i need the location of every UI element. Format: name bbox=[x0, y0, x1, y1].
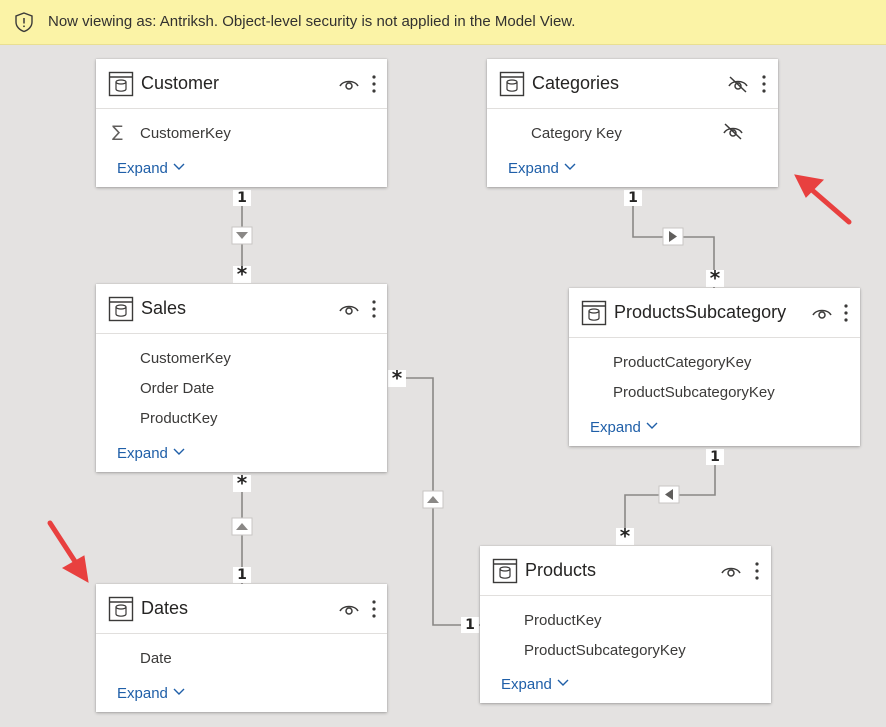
cardinality-subcategory-many: * bbox=[706, 268, 724, 288]
table-title: Products bbox=[525, 560, 597, 580]
eye-icon[interactable] bbox=[338, 300, 360, 318]
eye-icon[interactable] bbox=[338, 75, 360, 93]
sigma-icon: ∑ bbox=[112, 122, 123, 141]
expand-label[interactable]: Expand bbox=[508, 160, 559, 177]
table-icon bbox=[108, 596, 134, 622]
card-header[interactable]: Products bbox=[480, 546, 771, 596]
chevron-down-icon bbox=[173, 448, 185, 455]
card-header[interactable]: Customer bbox=[96, 59, 387, 109]
cardinality-customer-one: 1 bbox=[233, 190, 251, 206]
table-icon bbox=[499, 71, 525, 97]
expand-label[interactable]: Expand bbox=[117, 445, 168, 462]
table-card-products[interactable]: Products ProductKey ProductSubcategoryKe… bbox=[480, 546, 771, 703]
field-item[interactable]: Date bbox=[140, 650, 172, 667]
cardinality-subcategory-one: 1 bbox=[706, 449, 724, 465]
expand-label[interactable]: Expand bbox=[501, 676, 552, 693]
field-item[interactable]: Category Key bbox=[531, 125, 622, 142]
field-item[interactable]: Order Date bbox=[140, 380, 214, 397]
field-item[interactable]: ProductCategoryKey bbox=[613, 354, 751, 371]
more-options-icon[interactable] bbox=[370, 73, 378, 95]
cardinality-sales-many-top: * bbox=[233, 264, 251, 284]
expand-link[interactable]: Expand bbox=[117, 685, 185, 702]
card-header[interactable]: ProductsSubcategory bbox=[569, 288, 860, 338]
more-options-icon[interactable] bbox=[760, 73, 768, 95]
card-header[interactable]: Categories bbox=[487, 59, 778, 109]
table-title: Customer bbox=[141, 73, 220, 93]
more-options-icon[interactable] bbox=[842, 302, 850, 324]
more-options-icon[interactable] bbox=[370, 298, 378, 320]
field-item[interactable]: ProductKey bbox=[140, 410, 218, 427]
table-icon bbox=[108, 71, 134, 97]
field-item[interactable]: CustomerKey bbox=[140, 125, 231, 142]
table-card-dates[interactable]: Dates Date Expand bbox=[96, 584, 387, 712]
eye-hidden-icon[interactable] bbox=[727, 75, 749, 93]
cardinality-sales-many-bottom: * bbox=[233, 473, 251, 493]
table-title: ProductsSubcategory bbox=[614, 302, 787, 322]
eye-icon[interactable] bbox=[811, 304, 833, 322]
expand-link[interactable]: Expand bbox=[590, 419, 658, 436]
field-item[interactable]: ProductSubcategoryKey bbox=[524, 642, 686, 659]
chevron-down-icon bbox=[564, 163, 576, 170]
table-icon bbox=[108, 296, 134, 322]
chevron-down-icon bbox=[173, 163, 185, 170]
cardinality-dates-one: 1 bbox=[233, 567, 251, 583]
field-item[interactable]: CustomerKey bbox=[140, 350, 231, 367]
table-card-sales[interactable]: Sales CustomerKey Order Date ProductKey … bbox=[96, 284, 387, 472]
more-options-icon[interactable] bbox=[370, 598, 378, 620]
card-header[interactable]: Sales bbox=[96, 284, 387, 334]
eye-icon[interactable] bbox=[720, 562, 742, 580]
expand-link[interactable]: Expand bbox=[501, 676, 569, 693]
table-card-products-subcategory[interactable]: ProductsSubcategory ProductCategoryKey P… bbox=[569, 288, 860, 446]
field-item[interactable]: ProductKey bbox=[524, 612, 602, 629]
cardinality-products-many: * bbox=[616, 526, 634, 546]
table-icon bbox=[492, 558, 518, 584]
table-icon bbox=[581, 300, 607, 326]
eye-hidden-icon[interactable] bbox=[722, 122, 744, 140]
eye-icon[interactable] bbox=[338, 600, 360, 618]
table-card-categories[interactable]: Categories Category Key Expand bbox=[487, 59, 778, 187]
cardinality-categories-one: 1 bbox=[624, 190, 642, 206]
cardinality-products-one: 1 bbox=[461, 617, 479, 633]
expand-label[interactable]: Expand bbox=[590, 419, 641, 436]
expand-link[interactable]: Expand bbox=[117, 445, 185, 462]
table-title: Dates bbox=[141, 598, 189, 618]
more-options-icon[interactable] bbox=[753, 560, 761, 582]
table-title: Categories bbox=[532, 73, 620, 93]
chevron-down-icon bbox=[173, 688, 185, 695]
expand-link[interactable]: Expand bbox=[508, 160, 576, 177]
table-card-customer[interactable]: Customer ∑ CustomerKey Expand bbox=[96, 59, 387, 187]
expand-link[interactable]: Expand bbox=[117, 160, 185, 177]
table-title: Sales bbox=[141, 298, 187, 318]
field-item[interactable]: ProductSubcategoryKey bbox=[613, 384, 775, 401]
expand-label[interactable]: Expand bbox=[117, 685, 168, 702]
expand-label[interactable]: Expand bbox=[117, 160, 168, 177]
chevron-down-icon bbox=[646, 422, 658, 429]
card-header[interactable]: Dates bbox=[96, 584, 387, 634]
cardinality-sales-many-right: * bbox=[388, 368, 406, 388]
chevron-down-icon bbox=[557, 679, 569, 686]
